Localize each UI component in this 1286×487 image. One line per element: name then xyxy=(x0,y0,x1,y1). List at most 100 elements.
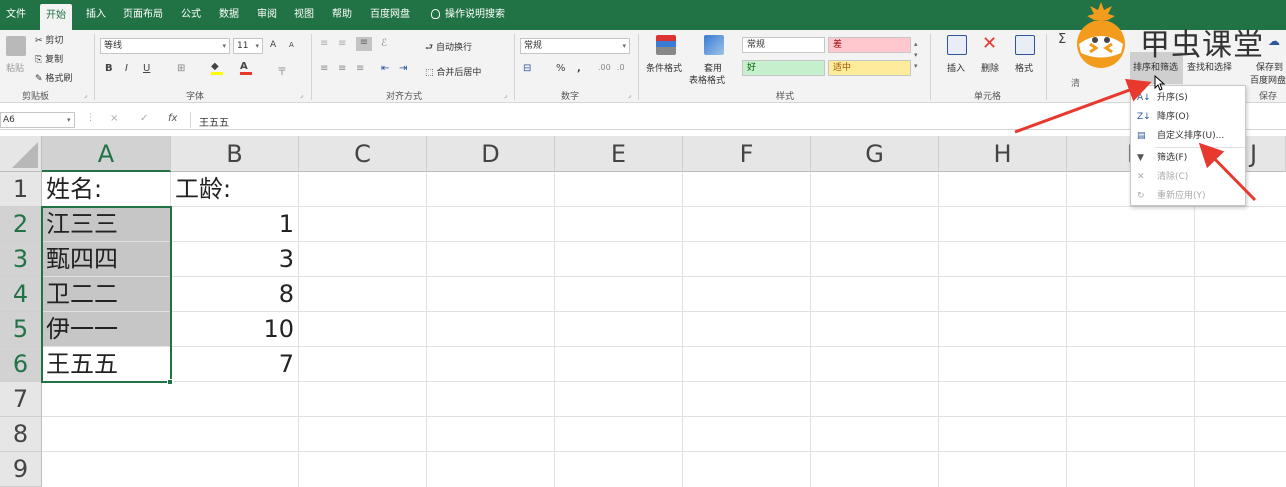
shrink-font-icon[interactable]: A xyxy=(289,41,294,49)
cloud-icon[interactable]: ☁ xyxy=(1268,34,1280,48)
tab-baidu-netdisk[interactable]: 百度网盘 xyxy=(370,0,410,30)
cell-a4[interactable]: 卫二二 xyxy=(42,277,171,312)
cell-a6-active[interactable]: 王五五 xyxy=(42,347,171,382)
cell-b1[interactable]: 工龄: xyxy=(171,172,299,207)
column-header-a[interactable]: A xyxy=(42,136,171,172)
cell-b5[interactable]: 10 xyxy=(171,312,299,347)
align-right-icon[interactable]: ≡ xyxy=(356,63,364,74)
row-header-6[interactable]: 6 xyxy=(0,347,42,382)
menu-clear[interactable]: ✕ 清除(C) xyxy=(1131,167,1245,187)
cell-a3[interactable]: 甄四四 xyxy=(42,242,171,277)
worksheet-grid[interactable]: A B C D E F G H I J 1 2 3 4 5 6 7 8 9 xyxy=(0,136,1286,487)
clear-button[interactable]: 清 xyxy=(1071,76,1080,89)
orientation-icon[interactable]: ℰ xyxy=(381,38,387,49)
percent-button[interactable]: % xyxy=(556,63,566,74)
row-header-1[interactable]: 1 xyxy=(0,172,42,207)
menu-custom-sort[interactable]: ▤ 自定义排序(U)... xyxy=(1131,126,1245,146)
delete-cells-icon[interactable]: ✕ xyxy=(982,33,997,54)
cell-a1[interactable]: 姓名: xyxy=(42,172,171,207)
style-good[interactable]: 好 xyxy=(742,60,825,76)
column-header-g[interactable]: G xyxy=(811,136,939,172)
increase-indent-icon[interactable]: ⇥ xyxy=(399,63,407,74)
cell-b4[interactable]: 8 xyxy=(171,277,299,312)
format-cells-button[interactable]: 格式 xyxy=(1015,61,1033,74)
font-name-select[interactable]: 等线 ▾ xyxy=(100,38,230,54)
border-icon[interactable]: ⊞ xyxy=(177,63,185,74)
formula-input[interactable]: 王五五 xyxy=(199,114,229,129)
cancel-entry-icon[interactable]: × xyxy=(110,113,118,124)
select-all-corner[interactable] xyxy=(0,136,42,172)
style-normal[interactable]: 常规 xyxy=(742,37,825,53)
menu-sort-descending[interactable]: Z↓ 降序(O) xyxy=(1131,107,1245,127)
delete-cells-button[interactable]: 删除 xyxy=(981,61,999,74)
column-header-d[interactable]: D xyxy=(427,136,555,172)
align-bottom-icon[interactable]: ≡ xyxy=(356,37,372,51)
font-size-select[interactable]: 11 ▾ xyxy=(233,38,263,54)
save-baidu-label-2[interactable]: 百度网盘 xyxy=(1250,73,1286,86)
align-middle-icon[interactable]: ≡ xyxy=(338,38,346,49)
fill-handle[interactable] xyxy=(167,379,173,385)
column-header-h[interactable]: H xyxy=(939,136,1067,172)
align-center-icon[interactable]: ≡ xyxy=(338,63,346,74)
accounting-format-icon[interactable]: ⊟ xyxy=(523,63,531,74)
number-format-select[interactable]: 常规 ▾ xyxy=(520,38,630,54)
cell-b3[interactable]: 3 xyxy=(171,242,299,277)
menu-sort-ascending[interactable]: A↓ 升序(S) xyxy=(1131,88,1245,108)
tab-review[interactable]: 审阅 xyxy=(257,0,277,30)
paste-button[interactable]: 粘贴 xyxy=(6,61,24,74)
tab-page-layout[interactable]: 页面布局 xyxy=(123,0,163,30)
style-bad[interactable]: 差 xyxy=(828,37,911,53)
tab-file[interactable]: 文件 xyxy=(6,0,26,30)
tab-insert[interactable]: 插入 xyxy=(86,0,106,30)
format-painter-button[interactable]: ✎ 格式刷 xyxy=(35,71,72,84)
format-cells-icon[interactable] xyxy=(1015,35,1035,55)
table-format-icon[interactable] xyxy=(704,35,724,55)
row-header-2[interactable]: 2 xyxy=(0,207,42,242)
align-top-icon[interactable]: ≡ xyxy=(320,38,328,49)
column-header-e[interactable]: E xyxy=(555,136,683,172)
phonetic-icon[interactable]: 〒 xyxy=(277,63,287,78)
row-header-3[interactable]: 3 xyxy=(0,242,42,277)
table-format-label-2[interactable]: 表格格式 xyxy=(689,73,725,86)
grow-font-icon[interactable]: A xyxy=(270,40,276,50)
column-header-f[interactable]: F xyxy=(683,136,811,172)
cell-a2[interactable]: 江三三 xyxy=(42,207,171,242)
cut-button[interactable]: ✂ 剪切 xyxy=(35,33,63,46)
tab-help[interactable]: 帮助 xyxy=(332,0,352,30)
copy-button[interactable]: ⎘ 复制 xyxy=(35,52,63,65)
tab-formulas[interactable]: 公式 xyxy=(181,0,201,30)
bold-button[interactable]: B xyxy=(105,63,113,74)
decrease-decimal-icon[interactable]: .0 xyxy=(617,63,625,72)
number-launcher-icon[interactable]: ⌟ xyxy=(628,91,631,99)
column-header-c[interactable]: C xyxy=(299,136,427,172)
insert-cells-button[interactable]: 插入 xyxy=(947,61,965,74)
styles-scroll-icon[interactable]: ▴ ▾ ▾ xyxy=(914,39,918,72)
tab-view[interactable]: 视图 xyxy=(294,0,314,30)
clipboard-launcher-icon[interactable]: ⌟ xyxy=(84,91,87,99)
row-header-7[interactable]: 7 xyxy=(0,382,42,417)
font-color-button[interactable]: A xyxy=(240,61,252,75)
conditional-format-button[interactable]: 条件格式 xyxy=(646,61,682,74)
merge-center-button[interactable]: ⬚ 合并后居中 xyxy=(425,65,481,78)
autosum-icon[interactable]: Σ xyxy=(1058,32,1066,47)
wrap-text-button[interactable]: ⮐ 自动换行 xyxy=(425,40,472,56)
fill-color-button[interactable]: ◆ xyxy=(211,61,223,75)
cell-b2[interactable]: 1 xyxy=(171,207,299,242)
column-header-b[interactable]: B xyxy=(171,136,299,172)
row-header-5[interactable]: 5 xyxy=(0,312,42,347)
cell-b6[interactable]: 7 xyxy=(171,347,299,382)
tab-home[interactable]: 开始 xyxy=(40,4,72,30)
tell-me-search[interactable]: 操作说明搜索 xyxy=(431,0,505,30)
row-header-8[interactable]: 8 xyxy=(0,417,42,452)
alignment-launcher-icon[interactable]: ⌟ xyxy=(504,91,507,99)
style-neutral[interactable]: 适中 xyxy=(828,60,911,76)
decrease-indent-icon[interactable]: ⇤ xyxy=(381,63,389,74)
enter-entry-icon[interactable]: ✓ xyxy=(140,113,148,124)
tab-data[interactable]: 数据 xyxy=(219,0,239,30)
name-box[interactable]: A6 ▾ xyxy=(0,112,75,128)
increase-decimal-icon[interactable]: .00 xyxy=(598,63,611,72)
underline-button[interactable]: U xyxy=(143,63,150,74)
row-header-4[interactable]: 4 xyxy=(0,277,42,312)
insert-function-icon[interactable]: fx xyxy=(168,113,177,124)
menu-reapply[interactable]: ↻ 重新应用(Y) xyxy=(1131,186,1245,206)
